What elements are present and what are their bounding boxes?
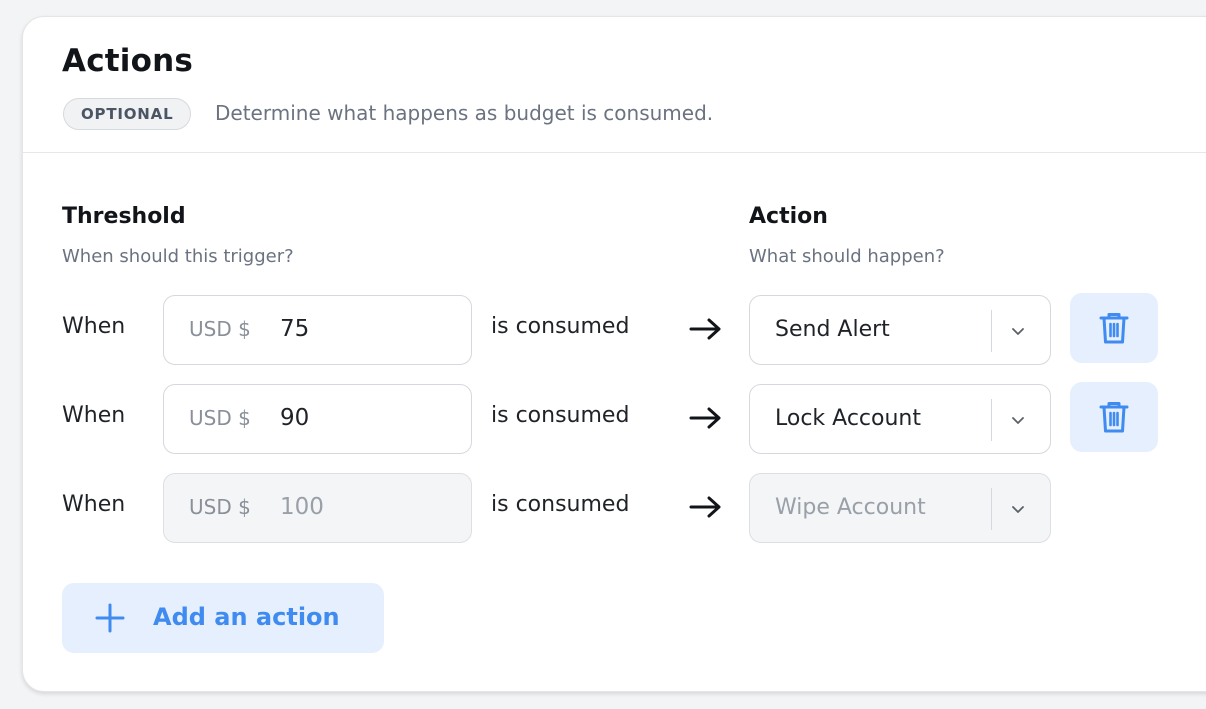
- action-select[interactable]: Send Alert: [749, 295, 1051, 365]
- select-divider: [991, 399, 992, 441]
- card-title: Actions: [62, 43, 194, 79]
- actions-card: Actions OPTIONAL Determine what happens …: [22, 16, 1206, 692]
- select-divider: [991, 310, 992, 352]
- currency-prefix: USD $: [189, 406, 251, 430]
- currency-prefix: USD $: [189, 317, 251, 341]
- action-select-value: Lock Account: [775, 406, 921, 431]
- is-consumed-label: is consumed: [491, 314, 630, 339]
- delete-action-button[interactable]: [1070, 382, 1158, 452]
- threshold-amount-input[interactable]: USD $ 100: [163, 473, 472, 543]
- arrow-right-icon: [689, 318, 721, 340]
- select-divider: [991, 488, 992, 530]
- threshold-amount-value: 75: [280, 316, 310, 342]
- is-consumed-label: is consumed: [491, 492, 630, 517]
- currency-prefix: USD $: [189, 495, 251, 519]
- action-select-value: Send Alert: [775, 317, 890, 342]
- when-label: When: [62, 314, 126, 339]
- optional-badge: OPTIONAL: [63, 98, 192, 130]
- add-action-label: Add an action: [153, 603, 340, 631]
- threshold-amount-input[interactable]: USD $ 90: [163, 384, 472, 454]
- when-label: When: [62, 403, 126, 428]
- action-select[interactable]: Wipe Account: [749, 473, 1051, 543]
- threshold-column-title: Threshold: [62, 204, 186, 229]
- arrow-right-icon: [689, 407, 721, 429]
- add-action-button[interactable]: Add an action: [62, 583, 384, 653]
- chevron-down-icon: [1012, 417, 1024, 424]
- chevron-down-icon: [1012, 506, 1024, 513]
- threshold-amount-input[interactable]: USD $ 75: [163, 295, 472, 365]
- plus-icon: [95, 603, 125, 633]
- when-label: When: [62, 492, 126, 517]
- threshold-column-subtitle: When should this trigger?: [62, 246, 294, 267]
- card-subtitle: Determine what happens as budget is cons…: [215, 101, 714, 125]
- action-column-title: Action: [749, 204, 828, 229]
- chevron-down-icon: [1012, 328, 1024, 335]
- action-select-value: Wipe Account: [775, 495, 926, 520]
- arrow-right-icon: [689, 496, 721, 518]
- threshold-amount-value: 90: [280, 405, 310, 431]
- card-header: Actions OPTIONAL Determine what happens …: [23, 17, 1206, 153]
- delete-action-button[interactable]: [1070, 293, 1158, 363]
- trash-icon: [1099, 402, 1129, 433]
- action-column-subtitle: What should happen?: [749, 246, 945, 267]
- is-consumed-label: is consumed: [491, 403, 630, 428]
- trash-icon: [1099, 313, 1129, 344]
- action-select[interactable]: Lock Account: [749, 384, 1051, 454]
- threshold-amount-value: 100: [280, 494, 324, 520]
